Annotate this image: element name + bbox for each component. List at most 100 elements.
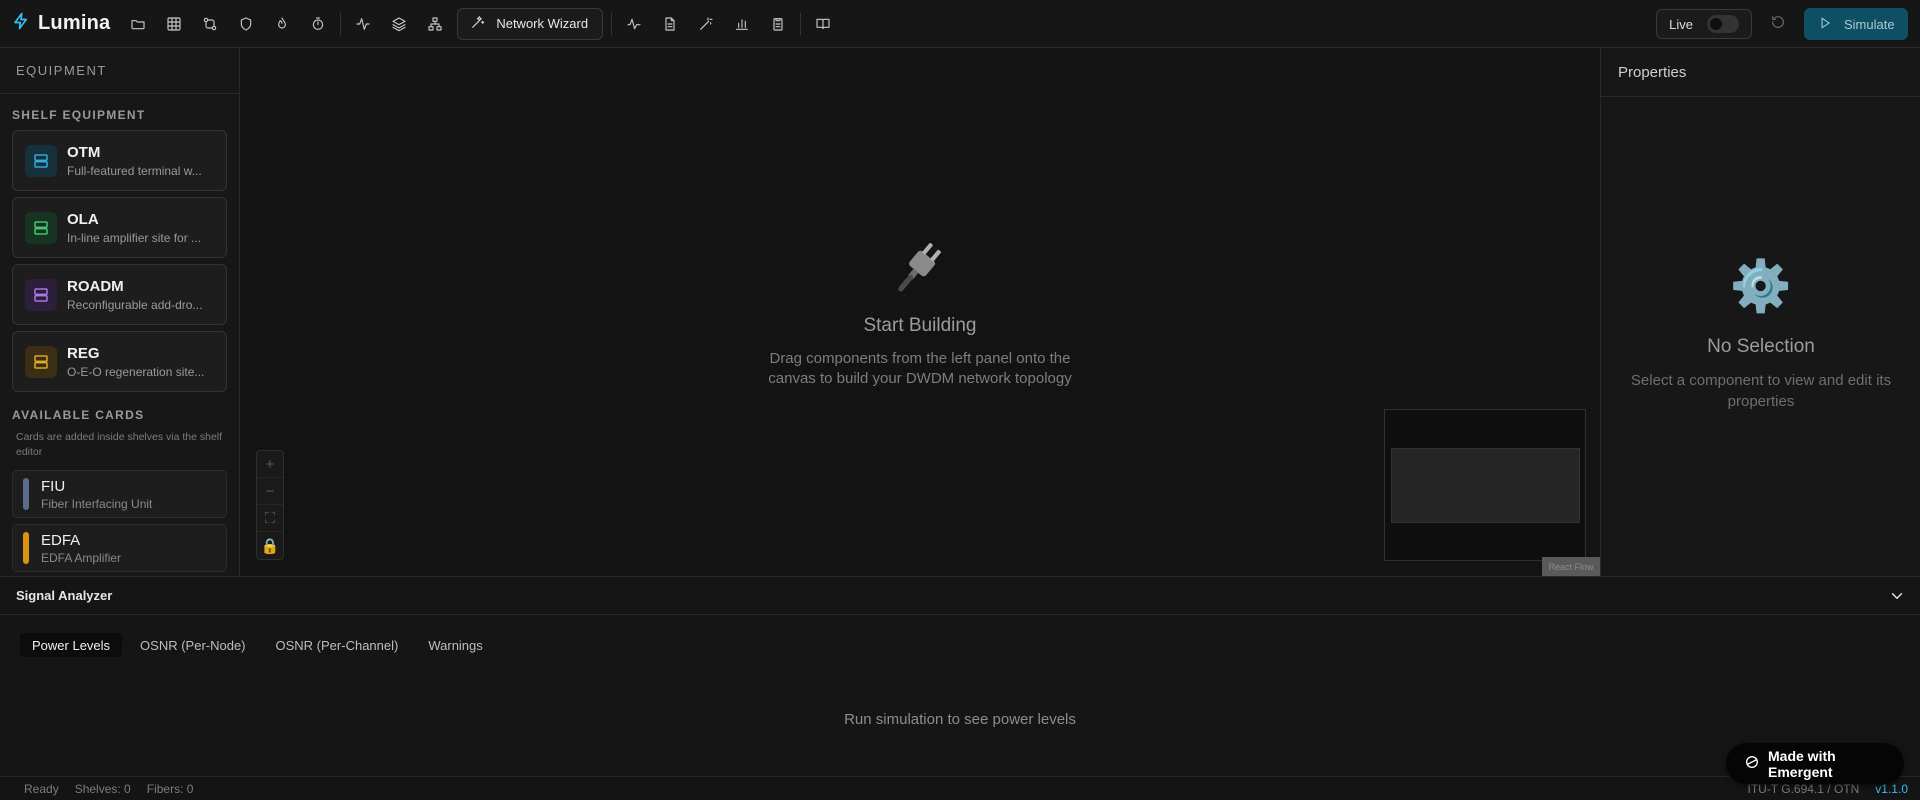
equipment-item-otm[interactable]: OTM Full-featured terminal w... — [12, 130, 227, 191]
app-root: Lumina Network Wizard Live Simulate EQUI… — [0, 0, 1920, 800]
status-bar: Ready Shelves: 0 Fibers: 0 ITU-T G.694.1… — [0, 776, 1920, 800]
analyzer-tabs: Power Levels OSNR (Per-Node) OSNR (Per-C… — [0, 615, 1920, 657]
tab-power-levels[interactable]: Power Levels — [20, 633, 123, 657]
attribution-link[interactable]: React Flow — [1542, 557, 1600, 576]
lightning-icon — [12, 11, 30, 37]
server-icon — [25, 278, 57, 311]
app-logo[interactable]: Lumina — [0, 0, 110, 47]
zoom-out-button[interactable]: − — [257, 478, 283, 505]
toolbar-divider — [340, 12, 342, 35]
shelf-equipment-title: SHELF EQUIPMENT — [12, 108, 146, 122]
top-toolbar: Lumina Network Wizard Live Simulate — [0, 0, 1920, 48]
canvas-empty-line-1: Drag components from the left panel onto… — [769, 350, 1071, 367]
equipment-description: In-line amplifier site for ... — [67, 230, 202, 245]
layers-icon[interactable] — [381, 6, 417, 42]
no-selection-state: ⚙️ No Selection Select a component to vi… — [1601, 258, 1920, 412]
equipment-description: O-E-O regeneration site... — [67, 364, 205, 379]
equipment-description: Full-featured terminal w... — [67, 163, 202, 178]
minimap[interactable] — [1384, 409, 1586, 561]
card-color-bar — [23, 532, 29, 564]
properties-panel: Properties ⚙️ No Selection Select a comp… — [1600, 48, 1920, 576]
clipboard-icon[interactable] — [760, 6, 796, 42]
zoom-in-button[interactable]: + — [257, 451, 283, 478]
simulate-button[interactable]: Simulate — [1804, 8, 1908, 40]
play-icon — [1818, 16, 1832, 33]
app-name: Lumina — [38, 12, 111, 34]
properties-header: Properties — [1601, 48, 1920, 97]
fit-view-button[interactable]: ⛶ — [257, 505, 283, 532]
signal-analyzer-panel: Signal Analyzer Power Levels OSNR (Per-N… — [0, 576, 1920, 776]
tab-osnr-per-node[interactable]: OSNR (Per-Node) — [128, 633, 257, 657]
server-icon — [25, 144, 57, 177]
toolbar-group: Network Wizard — [120, 6, 841, 42]
status-fibers: Fibers: 0 — [146, 781, 194, 796]
equipment-panel: EQUIPMENT SHELF EQUIPMENT OTM Full-featu… — [0, 48, 240, 576]
refresh-icon[interactable] — [1770, 14, 1786, 35]
equipment-item-reg[interactable]: REG O-E-O regeneration site... — [12, 331, 227, 392]
toolbar-divider — [800, 12, 802, 35]
document-icon[interactable] — [652, 6, 688, 42]
top-right-controls: Live Simulate — [1656, 8, 1908, 40]
card-description: EDFA Amplifier — [41, 550, 122, 565]
simulate-label: Simulate — [1844, 16, 1895, 32]
tab-osnr-per-channel[interactable]: OSNR (Per-Channel) — [264, 633, 411, 657]
tab-warnings[interactable]: Warnings — [416, 633, 494, 657]
network-wizard-button[interactable]: Network Wizard — [457, 7, 604, 40]
card-description: Fiber Interfacing Unit — [41, 496, 153, 511]
canvas-empty-state: Start Building Drag components from the … — [240, 232, 1600, 389]
zoom-controls: + − ⛶ 🔒 — [256, 450, 284, 560]
magic-wand-icon[interactable] — [688, 6, 724, 42]
status-state: Ready — [24, 781, 59, 796]
equipment-name: ROADM — [67, 277, 124, 295]
equipment-description: Reconfigurable add-dro... — [67, 297, 203, 312]
equipment-name: REG — [67, 344, 100, 362]
card-item-fiu[interactable]: FIU Fiber Interfacing Unit — [12, 470, 227, 518]
equipment-name: OTM — [67, 143, 101, 161]
pulse-icon[interactable] — [616, 6, 652, 42]
emergent-badge-label: Made with Emergent — [1768, 747, 1836, 780]
analyzer-empty-message: Run simulation to see power levels — [844, 711, 1076, 728]
git-compare-icon[interactable] — [192, 6, 228, 42]
equipment-item-ola[interactable]: OLA In-line amplifier site for ... — [12, 197, 227, 258]
network-wizard-label: Network Wizard — [496, 16, 589, 31]
wand-icon — [470, 14, 486, 33]
live-switch[interactable] — [1707, 15, 1739, 33]
cards-note: Cards are added inside shelves via the s… — [16, 431, 223, 458]
card-item-edfa[interactable]: EDFA EDFA Amplifier — [12, 524, 227, 572]
folder-open-icon[interactable] — [120, 6, 156, 42]
server-icon — [25, 345, 57, 378]
emergent-logo-icon — [1744, 754, 1760, 773]
book-open-icon[interactable] — [805, 6, 841, 42]
equipment-name: OLA — [67, 210, 99, 228]
live-toggle[interactable]: Live — [1656, 9, 1752, 39]
equipment-header: EQUIPMENT — [0, 48, 239, 94]
available-cards-title: AVAILABLE CARDS — [12, 408, 145, 422]
card-name: EDFA — [41, 531, 81, 549]
gear-icon: ⚙️ — [1729, 258, 1793, 314]
network-icon[interactable] — [417, 6, 453, 42]
grid-icon[interactable] — [156, 6, 192, 42]
toolbar-divider — [611, 12, 613, 35]
no-selection-text: Select a component to view and edit its … — [1630, 372, 1892, 410]
shield-icon[interactable] — [228, 6, 264, 42]
live-label: Live — [1669, 16, 1693, 32]
server-icon — [25, 211, 57, 244]
canvas-empty-line-2: canvas to build your DWDM network topolo… — [768, 370, 1072, 387]
made-with-emergent-badge[interactable]: Made with Emergent — [1726, 743, 1904, 784]
chevron-down-icon[interactable] — [1888, 587, 1906, 605]
signal-analyzer-title[interactable]: Signal Analyzer — [0, 577, 1920, 615]
card-name: FIU — [41, 477, 66, 495]
activity-icon[interactable] — [345, 6, 381, 42]
equipment-item-roadm[interactable]: ROADM Reconfigurable add-dro... — [12, 264, 227, 325]
network-canvas[interactable]: Start Building Drag components from the … — [240, 48, 1600, 576]
minimap-viewport[interactable] — [1391, 448, 1580, 523]
canvas-empty-text: Drag components from the left panel onto… — [240, 349, 1600, 389]
timer-icon[interactable] — [300, 6, 336, 42]
plug-icon — [240, 232, 1600, 305]
status-shelves: Shelves: 0 — [74, 781, 131, 796]
flame-icon[interactable] — [264, 6, 300, 42]
lock-button[interactable]: 🔒 — [257, 532, 283, 559]
bar-chart-icon[interactable] — [724, 6, 760, 42]
card-color-bar — [23, 478, 29, 510]
canvas-empty-title: Start Building — [863, 315, 977, 336]
